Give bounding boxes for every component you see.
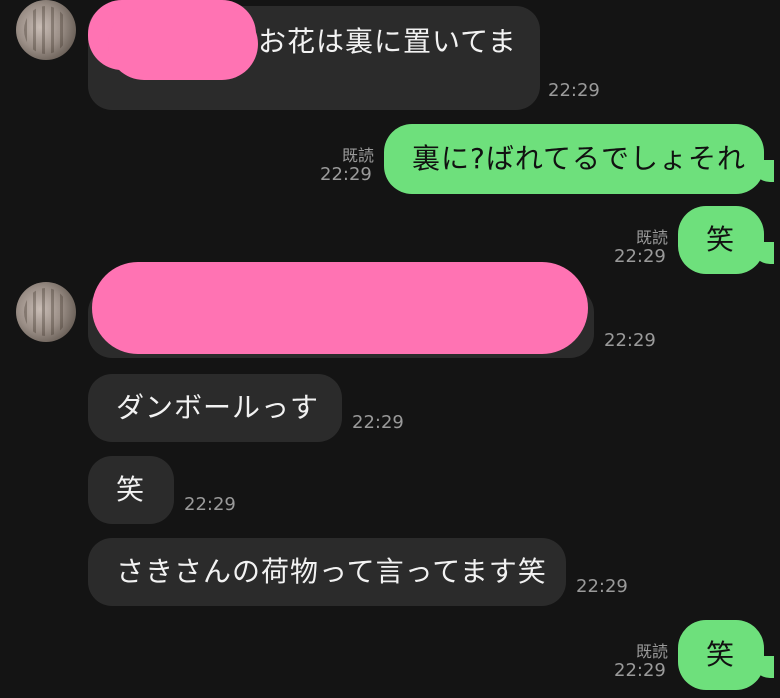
read-receipt: 既読 <box>635 228 668 247</box>
contact-avatar[interactable] <box>16 282 76 342</box>
outgoing-message-bubble[interactable]: 裏に?ばれてるでしょそれ <box>384 124 764 194</box>
message-text: 笑 <box>706 638 736 671</box>
read-receipt: 既読 <box>341 146 374 165</box>
message-text: 裏に?ばれてるでしょそれ <box>412 142 747 175</box>
message-time: 22:29 <box>352 412 404 433</box>
message-text: さきさんの荷物って言ってます笑 <box>116 555 547 588</box>
outgoing-message-bubble[interactable]: 笑 <box>678 206 764 274</box>
message-time: 22:29 <box>548 80 600 101</box>
chat-screen: お花は裏に置いてま 22:29 既読 22:29 裏に?ばれてるでしょそれ 既読… <box>0 0 780 698</box>
read-receipt: 既読 <box>635 642 668 661</box>
redaction-mark <box>108 8 258 80</box>
message-time: 22:29 <box>576 576 628 597</box>
outgoing-message-bubble[interactable]: 笑 <box>678 620 764 690</box>
message-text: 笑 <box>706 223 736 256</box>
incoming-message-bubble[interactable]: ダンボールっす <box>88 374 342 442</box>
redaction-mark <box>92 262 588 354</box>
incoming-message-bubble[interactable]: 笑 <box>88 456 174 524</box>
message-time: 22:29 <box>320 164 372 185</box>
message-time: 22:29 <box>184 494 236 515</box>
message-text: お花は裏に置いてま <box>258 25 517 58</box>
message-time: 22:29 <box>614 246 666 267</box>
contact-avatar[interactable] <box>16 0 76 60</box>
incoming-message-bubble[interactable]: さきさんの荷物って言ってます笑 <box>88 538 566 606</box>
message-text: 笑 <box>116 473 146 506</box>
message-text: ダンボールっす <box>116 391 320 424</box>
message-time: 22:29 <box>604 330 656 351</box>
message-time: 22:29 <box>614 660 666 681</box>
